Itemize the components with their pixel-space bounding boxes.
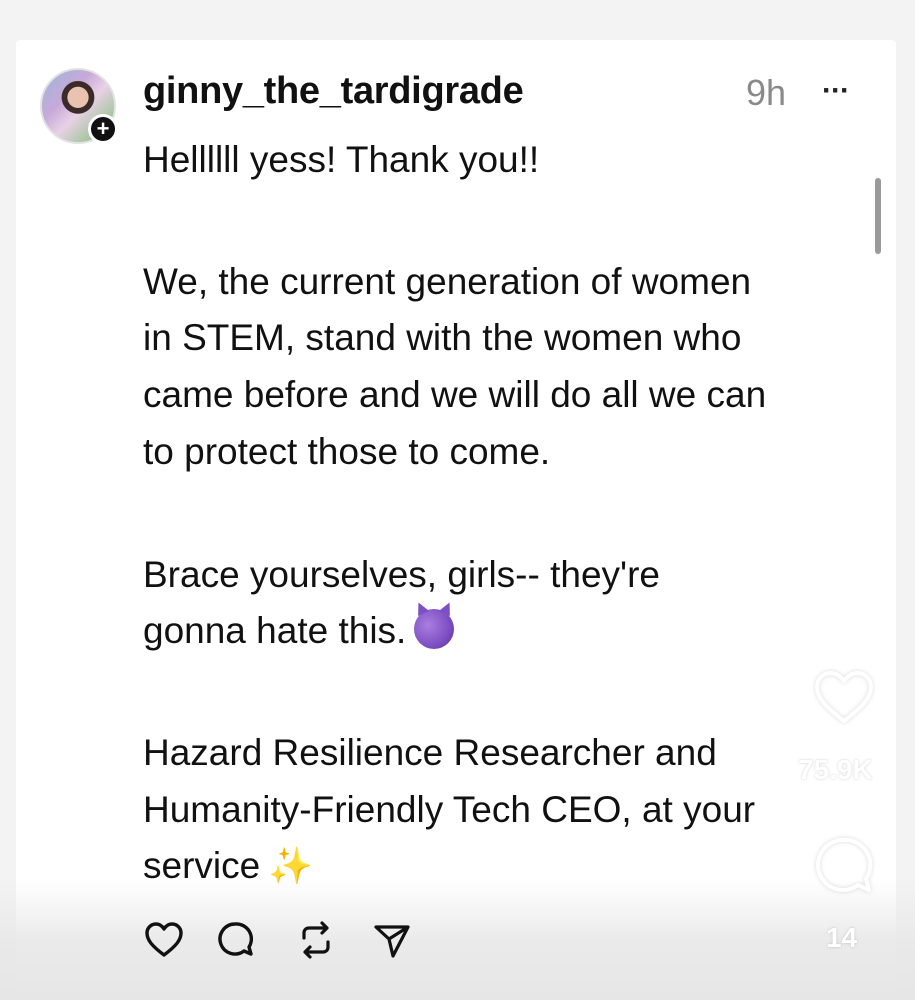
share-icon[interactable] <box>370 918 414 962</box>
post-text-line: came before and we will do all we can <box>143 374 767 415</box>
comment-icon[interactable] <box>214 918 258 962</box>
username[interactable]: ginny_the_tardigrade <box>143 70 524 113</box>
side-comment-icon[interactable] <box>812 834 876 898</box>
follow-plus-icon[interactable]: + <box>88 114 118 144</box>
bottom-fade <box>0 880 915 1000</box>
scrollbar[interactable] <box>875 178 881 254</box>
post-text-line: Hazard Resilience Researcher and <box>143 732 717 773</box>
like-count: 75.9K <box>798 754 873 785</box>
repost-icon[interactable] <box>294 918 338 962</box>
post-text-line: gonna hate this. <box>143 610 407 651</box>
post-text-line: in STEM, stand with the women who <box>143 317 742 358</box>
post-time: 9h <box>746 72 787 113</box>
smiling-devil-emoji-icon <box>414 609 455 649</box>
side-heart-icon[interactable] <box>812 667 876 727</box>
post-text-line-emoji: gonna hate this. <box>143 603 455 659</box>
post-text-line: Brace yourselves, girls-- they're <box>143 554 661 595</box>
post-text-line: Humanity-Friendly Tech CEO, at your <box>143 789 756 830</box>
comment-count: 14 <box>826 922 858 953</box>
post-text-line: Hellllll yess! Thank you!! <box>143 139 540 180</box>
more-options-icon[interactable]: ··· <box>822 74 850 108</box>
heart-icon[interactable] <box>142 918 186 962</box>
post-text-line: We, the current generation of women <box>143 261 752 302</box>
post-text-line: to protect those to come. <box>143 431 551 472</box>
